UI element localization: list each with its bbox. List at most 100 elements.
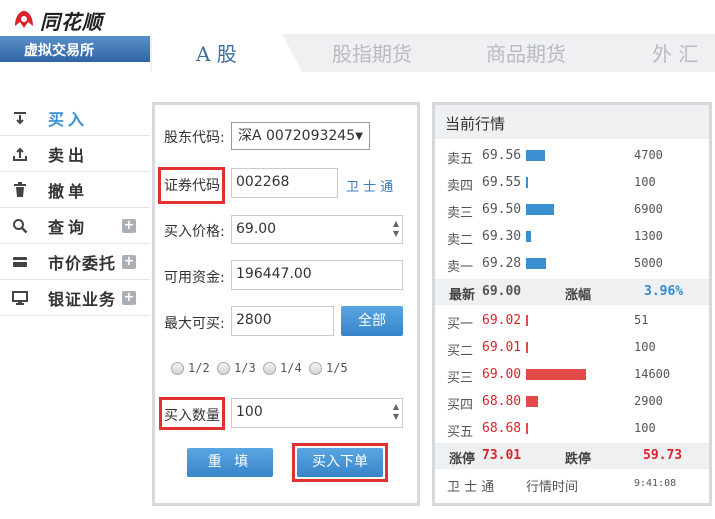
bid-volume: 14600 bbox=[634, 367, 671, 381]
ask-level-label: 卖三 bbox=[447, 206, 474, 221]
ask-volume-bar bbox=[526, 258, 546, 269]
upload-icon bbox=[12, 146, 28, 162]
all-button[interactable]: 全部 bbox=[341, 306, 403, 336]
sidebar-item-label: 撤单 bbox=[48, 181, 89, 201]
logo-text: 同花顺 bbox=[40, 9, 103, 34]
bid-row: 买一 69.02 51 bbox=[447, 313, 709, 333]
fraction-half[interactable]: 1/2 bbox=[171, 361, 210, 375]
bid-volume: 2900 bbox=[634, 394, 663, 408]
max-buy-label: 最大可买: bbox=[164, 316, 225, 332]
ask-price: 69.50 bbox=[482, 202, 522, 217]
radio-circle bbox=[217, 361, 230, 375]
chevron-down-icon: ▼ bbox=[355, 131, 363, 142]
logo-mark-icon bbox=[15, 11, 33, 28]
bid-volume-bar bbox=[526, 342, 528, 353]
security-code-input[interactable]: 002268 bbox=[231, 168, 338, 198]
ask-price: 69.56 bbox=[482, 148, 522, 163]
bid-level-label: 买二 bbox=[447, 344, 474, 359]
tab-commodity-futures[interactable]: 商品期货 bbox=[486, 38, 566, 67]
footer-time: 9:41:08 bbox=[634, 478, 677, 489]
quote-title: 当前行情 bbox=[445, 115, 506, 133]
bid-volume-bar bbox=[526, 423, 528, 434]
fraction-label: 1/3 bbox=[234, 361, 256, 375]
app-subtitle: 虚拟交易所 bbox=[24, 43, 94, 59]
fraction-quarter[interactable]: 1/4 bbox=[263, 361, 302, 375]
account-label: 股东代码: bbox=[164, 130, 225, 146]
ask-volume-bar bbox=[526, 177, 528, 188]
sidebar-item-market-order[interactable]: 市价委托 + bbox=[0, 244, 150, 280]
tab-index-futures[interactable]: 股指期货 bbox=[332, 38, 412, 67]
bid-level-label: 买一 bbox=[447, 317, 474, 332]
ask-volume: 1300 bbox=[634, 229, 663, 243]
bid-row: 买三 69.00 14600 bbox=[447, 367, 709, 387]
available-funds-field: 196447.00 bbox=[231, 260, 403, 290]
buy-price-input[interactable]: 69.00 ▲ ▼ bbox=[231, 215, 403, 244]
ask-row: 卖三 69.50 6900 bbox=[447, 202, 709, 222]
sidebar: 买入 卖出 撤单 查询 + 市价委托 + 银证业务 + bbox=[0, 100, 150, 316]
bid-price: 69.01 bbox=[482, 340, 522, 355]
bid-volume-bar bbox=[526, 396, 538, 407]
expand-plus-icon[interactable]: + bbox=[122, 218, 136, 233]
tab-forex[interactable]: 外 汇 bbox=[652, 38, 698, 67]
limit-down-value: 59.73 bbox=[643, 448, 683, 463]
account-select[interactable]: 深A 0072093245 ▼ bbox=[231, 122, 370, 150]
radio-circle bbox=[263, 361, 276, 375]
sidebar-item-buy[interactable]: 买入 bbox=[0, 100, 150, 136]
bid-level-label: 买五 bbox=[447, 425, 474, 440]
ask-level-label: 卖四 bbox=[447, 179, 474, 194]
ask-row: 卖二 69.30 1300 bbox=[447, 229, 709, 249]
bid-volume: 51 bbox=[634, 313, 649, 327]
expand-plus-icon[interactable]: + bbox=[122, 254, 136, 269]
available-funds-label: 可用资金: bbox=[164, 270, 225, 286]
sidebar-item-bank-securities[interactable]: 银证业务 + bbox=[0, 280, 150, 316]
buy-quantity-input[interactable]: 100 ▲ ▼ bbox=[231, 398, 403, 428]
ask-row: 卖四 69.55 100 bbox=[447, 175, 709, 195]
ask-price: 69.28 bbox=[482, 256, 522, 271]
expand-plus-icon[interactable]: + bbox=[122, 290, 136, 305]
bid-price: 68.80 bbox=[482, 394, 522, 409]
price-stepper-icon[interactable]: ▲ ▼ bbox=[393, 219, 399, 239]
bid-level-label: 买三 bbox=[447, 371, 474, 386]
sidebar-item-label: 查询 bbox=[48, 217, 89, 237]
ask-row: 卖一 69.28 5000 bbox=[447, 256, 709, 276]
sidebar-item-query[interactable]: 查询 + bbox=[0, 208, 150, 244]
quantity-stepper-icon[interactable]: ▲ ▼ bbox=[393, 402, 399, 422]
bid-row: 买五 68.68 100 bbox=[447, 421, 709, 441]
card-icon bbox=[12, 254, 28, 270]
sidebar-item-label: 卖出 bbox=[48, 145, 89, 165]
trash-icon bbox=[12, 181, 28, 198]
ask-volume: 100 bbox=[634, 175, 656, 189]
submit-buy-button[interactable]: 买入下单 bbox=[297, 448, 383, 477]
bid-volume: 100 bbox=[634, 340, 656, 354]
sidebar-item-label: 市价委托 bbox=[48, 253, 117, 273]
bid-price: 68.68 bbox=[482, 421, 522, 436]
bid-row: 买四 68.80 2900 bbox=[447, 394, 709, 414]
buy-quantity-value: 100 bbox=[236, 404, 263, 420]
buy-price-label: 买入价格: bbox=[164, 224, 225, 240]
sidebar-item-cancel[interactable]: 撤单 bbox=[0, 172, 150, 208]
fraction-label: 1/4 bbox=[280, 361, 302, 375]
latest-label: 最新 bbox=[449, 288, 476, 303]
bid-price: 69.02 bbox=[482, 313, 522, 328]
account-value: 深A 0072093245 bbox=[238, 128, 356, 144]
fraction-third[interactable]: 1/3 bbox=[217, 361, 256, 375]
tab-a-shares[interactable]: A 股 bbox=[196, 38, 237, 67]
radio-circle bbox=[309, 361, 322, 375]
sidebar-item-sell[interactable]: 卖出 bbox=[0, 136, 150, 172]
download-icon bbox=[12, 110, 28, 126]
change-value: 3.96% bbox=[644, 284, 684, 299]
sidebar-item-label: 买入 bbox=[48, 109, 89, 129]
bid-volume-bar bbox=[526, 369, 586, 380]
reset-button[interactable]: 重 填 bbox=[187, 448, 273, 477]
ask-volume: 6900 bbox=[634, 202, 663, 216]
footer-stock-name: 卫 士 通 bbox=[447, 480, 495, 495]
limit-up-value: 73.01 bbox=[482, 448, 522, 463]
sidebar-item-label: 银证业务 bbox=[48, 289, 117, 309]
search-icon bbox=[12, 218, 28, 234]
fraction-label: 1/2 bbox=[188, 361, 210, 375]
bid-level-label: 买四 bbox=[447, 398, 474, 413]
bid-volume-bar bbox=[526, 315, 528, 326]
fraction-fifth[interactable]: 1/5 bbox=[309, 361, 348, 375]
ask-volume: 4700 bbox=[634, 148, 663, 162]
ask-volume: 5000 bbox=[634, 256, 663, 270]
